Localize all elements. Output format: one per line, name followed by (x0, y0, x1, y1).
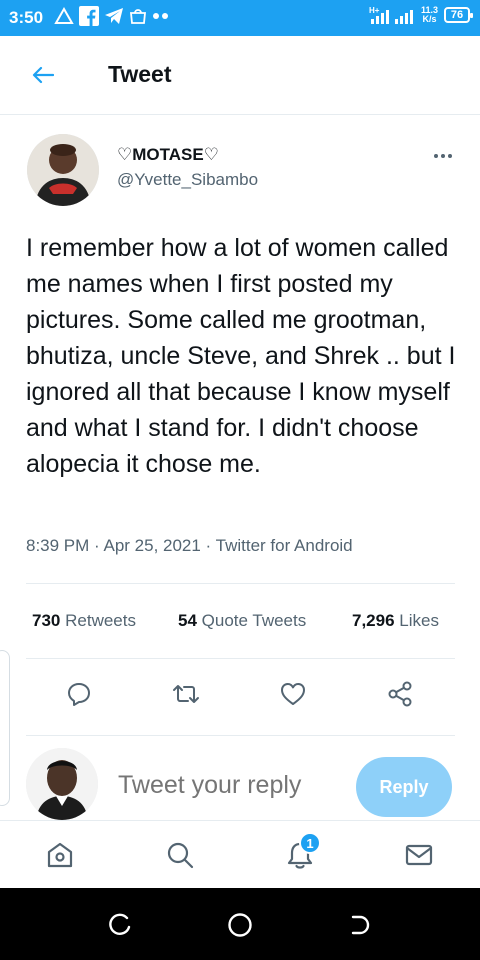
back-system-icon (351, 915, 370, 935)
like-action-button[interactable] (276, 677, 310, 711)
back-system-button[interactable] (345, 910, 375, 940)
store-icon (130, 9, 146, 24)
search-icon (167, 842, 194, 869)
retweet-icon (173, 685, 199, 703)
share-icon (388, 681, 412, 707)
status-bar: 3:50 H+ 11.3 K/s 76 (0, 0, 480, 36)
reply-input[interactable] (118, 768, 338, 802)
retweets-count: 730 (32, 611, 61, 630)
nav-search[interactable] (162, 837, 198, 873)
telegram-icon (105, 8, 123, 24)
status-notification-icons (54, 6, 170, 26)
more-options-button[interactable] (428, 146, 458, 166)
network-speed: 11.3 K/s (421, 6, 438, 24)
retweets-label: Retweets (65, 611, 136, 630)
author-avatar-image (27, 134, 99, 206)
more-notifications-icon (153, 13, 168, 19)
more-dot-icon (448, 154, 452, 158)
retweets-stat[interactable]: 730 Retweets (32, 611, 136, 631)
status-system-icons: H+ 11.3 K/s 76 (369, 5, 473, 25)
page-title: Tweet (108, 61, 172, 87)
network-speed-unit: K/s (422, 14, 437, 24)
likes-count: 7,296 (352, 611, 395, 630)
nav-home[interactable] (42, 837, 78, 873)
comment-icon (68, 683, 90, 706)
home-circle-icon (228, 913, 252, 937)
author-handle[interactable]: @Yvette_Sibambo (117, 170, 258, 190)
likes-label: Likes (399, 611, 439, 630)
home-icon (47, 842, 73, 868)
divider (26, 583, 455, 584)
tweet-timestamp: 8:39 PM · Apr 25, 2021 · Twitter for And… (26, 536, 353, 555)
facebook-icon (79, 6, 99, 26)
quote-tweets-count: 54 (178, 611, 197, 630)
home-system-button[interactable] (225, 910, 255, 940)
recent-apps-button[interactable] (105, 910, 135, 940)
more-dot-icon (434, 154, 438, 158)
divider (26, 658, 455, 659)
bottom-navigation: 1 (0, 820, 480, 888)
battery-icon: 76 (444, 7, 473, 23)
warning-icon (54, 7, 74, 24)
heart-icon (281, 683, 305, 705)
back-button[interactable] (25, 59, 61, 91)
reply-action-button[interactable] (62, 677, 96, 711)
more-dot-icon (441, 154, 445, 158)
signal-icon: H+ (369, 6, 413, 24)
side-panel-handle[interactable] (0, 650, 10, 806)
header: Tweet (0, 36, 480, 115)
likes-stat[interactable]: 7,296 Likes (352, 611, 439, 631)
share-action-button[interactable] (383, 677, 417, 711)
arrow-left-icon (32, 66, 54, 84)
my-avatar[interactable] (26, 748, 98, 820)
status-time: 3:50 (9, 8, 44, 27)
author-display-name[interactable]: ♡MOTASE♡ (117, 145, 219, 165)
svg-text:H+: H+ (369, 6, 380, 15)
notifications-badge: 1 (299, 832, 321, 854)
nav-messages[interactable] (401, 837, 437, 873)
quote-tweets-label: Quote Tweets (201, 611, 307, 630)
divider (26, 735, 455, 736)
system-navigation-bar (0, 888, 480, 960)
retweet-action-button[interactable] (169, 677, 203, 711)
messages-icon (405, 844, 433, 866)
author-avatar[interactable] (27, 134, 99, 206)
quote-tweets-stat[interactable]: 54 Quote Tweets (178, 611, 306, 631)
recent-apps-icon (109, 913, 131, 935)
reply-button[interactable]: Reply (356, 757, 452, 817)
tweet-text: I remember how a lot of women called me … (26, 234, 456, 478)
my-avatar-image (26, 748, 98, 820)
